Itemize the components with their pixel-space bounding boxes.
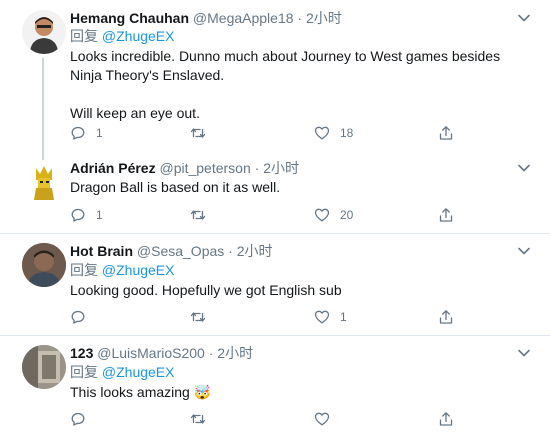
- chevron-down-icon[interactable]: [516, 345, 532, 361]
- display-name[interactable]: Adrián Pérez: [70, 160, 156, 176]
- heart-icon: [314, 126, 330, 140]
- like-button[interactable]: 20: [314, 205, 353, 225]
- like-button[interactable]: 18: [314, 123, 353, 143]
- chevron-down-icon[interactable]: [516, 243, 532, 259]
- tweet-header: Adrián Pérez @pit_peterson · 2小时: [70, 158, 299, 178]
- reply-context: 回复 @ZhugeEX: [70, 362, 174, 382]
- tweet-text-line: Looks incredible. Dunno much about Journ…: [70, 48, 501, 83]
- mention-link[interactable]: @ZhugeEX: [102, 262, 175, 278]
- thread-line: [42, 58, 44, 168]
- tweet-text-line: Will keep an eye out.: [70, 105, 200, 121]
- reply-icon: [71, 208, 85, 222]
- share-icon: [439, 310, 453, 324]
- retweet-button[interactable]: [190, 123, 216, 143]
- reply-count: 1: [96, 126, 103, 140]
- reply-button[interactable]: 1: [70, 205, 103, 225]
- retweet-icon: [190, 210, 206, 220]
- tweet-adrian[interactable]: Adrián Pérez @pit_peterson · 2小时 Dragon …: [0, 158, 550, 228]
- handle[interactable]: @LuisMarioS200: [97, 345, 205, 361]
- share-button[interactable]: [438, 205, 454, 225]
- reply-context: 回复 @ZhugeEX: [70, 260, 174, 280]
- tweet-text: Looks incredible. Dunno much about Journ…: [70, 47, 530, 123]
- mention-link[interactable]: @ZhugeEX: [102, 364, 175, 380]
- display-name[interactable]: 123: [70, 345, 93, 361]
- timestamp[interactable]: · 2小时: [209, 345, 253, 361]
- tweet-actions: 1 20: [70, 205, 460, 225]
- tweet-header: Hot Brain @Sesa_Opas · 2小时: [70, 241, 273, 261]
- display-name[interactable]: Hot Brain: [70, 243, 133, 259]
- heart-icon: [314, 412, 330, 426]
- reply-count: 1: [96, 208, 103, 222]
- handle[interactable]: @pit_peterson: [159, 160, 250, 176]
- tweet-actions: [70, 409, 460, 429]
- retweet-button[interactable]: [190, 409, 216, 429]
- chevron-down-icon[interactable]: [516, 10, 532, 26]
- like-count: 1: [340, 310, 347, 324]
- reply-icon: [71, 126, 85, 140]
- reply-button[interactable]: [70, 307, 96, 327]
- tweet-header: 123 @LuisMarioS200 · 2小时: [70, 343, 253, 363]
- heart-icon: [314, 310, 330, 324]
- like-count: 20: [340, 208, 354, 222]
- reply-feed: Hemang Chauhan @MegaApple18 · 2小时 回复 @Zh…: [0, 0, 550, 437]
- timestamp[interactable]: · 2小时: [228, 243, 272, 259]
- share-button[interactable]: [438, 307, 454, 327]
- avatar[interactable]: [22, 345, 66, 389]
- retweet-icon: [190, 312, 206, 322]
- tweet-123[interactable]: 123 @LuisMarioS200 · 2小时 回复 @ZhugeEX Thi…: [0, 343, 550, 437]
- reply-icon: [71, 310, 85, 324]
- tweet-text: Looking good. Hopefully we got English s…: [70, 281, 530, 300]
- like-count: 18: [340, 126, 354, 140]
- timestamp[interactable]: · 2小时: [297, 10, 341, 26]
- retweet-button[interactable]: [190, 307, 216, 327]
- tweet-text-line: Looking good. Hopefully we got English s…: [70, 282, 342, 298]
- tweet-text: This looks amazing 🤯: [70, 383, 530, 402]
- timestamp[interactable]: · 2小时: [255, 160, 299, 176]
- tweet-text: Dragon Ball is based on it as well.: [70, 178, 530, 197]
- reply-prefix: 回复: [70, 28, 98, 44]
- display-name[interactable]: Hemang Chauhan: [70, 10, 189, 26]
- retweet-icon: [190, 128, 206, 138]
- share-icon: [439, 412, 453, 426]
- like-button[interactable]: [314, 409, 340, 429]
- tweet-actions: 1 18: [70, 123, 460, 143]
- avatar[interactable]: [22, 10, 66, 54]
- share-icon: [439, 208, 453, 222]
- handle[interactable]: @MegaApple18: [193, 10, 294, 26]
- avatar[interactable]: [22, 243, 66, 287]
- divider: [0, 233, 550, 234]
- reply-button[interactable]: 1: [70, 123, 103, 143]
- mention-link[interactable]: @ZhugeEX: [102, 28, 175, 44]
- share-button[interactable]: [438, 409, 454, 429]
- heart-icon: [314, 208, 330, 222]
- share-icon: [439, 126, 453, 140]
- tweet-hot-brain[interactable]: Hot Brain @Sesa_Opas · 2小时 回复 @ZhugeEX L…: [0, 241, 550, 329]
- retweet-button[interactable]: [190, 205, 216, 225]
- like-button[interactable]: 1: [314, 307, 347, 327]
- share-button[interactable]: [438, 123, 454, 143]
- reply-context: 回复 @ZhugeEX: [70, 26, 174, 46]
- reply-icon: [71, 412, 85, 426]
- tweet-actions: 1: [70, 307, 460, 327]
- tweet-text-line: This looks amazing 🤯: [70, 384, 212, 400]
- handle[interactable]: @Sesa_Opas: [137, 243, 224, 259]
- avatar[interactable]: [22, 160, 66, 204]
- divider: [0, 335, 550, 336]
- reply-prefix: 回复: [70, 364, 98, 380]
- tweet-hemang[interactable]: Hemang Chauhan @MegaApple18 · 2小时 回复 @Zh…: [0, 8, 550, 168]
- retweet-icon: [190, 414, 206, 424]
- reply-button[interactable]: [70, 409, 96, 429]
- reply-prefix: 回复: [70, 262, 98, 278]
- tweet-text-line: Dragon Ball is based on it as well.: [70, 179, 281, 195]
- tweet-header: Hemang Chauhan @MegaApple18 · 2小时: [70, 8, 342, 28]
- chevron-down-icon[interactable]: [516, 160, 532, 176]
